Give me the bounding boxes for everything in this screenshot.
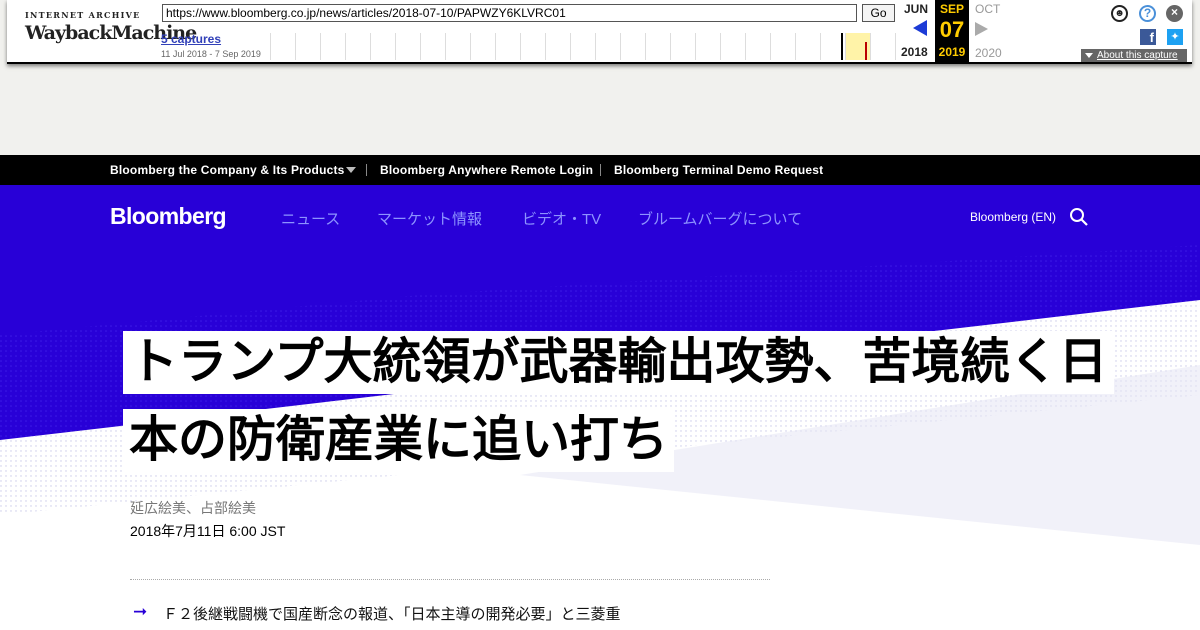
sparkline-tick [570, 33, 571, 60]
sparkline-capture-mark[interactable] [865, 42, 867, 60]
chevron-down-icon [1085, 53, 1093, 58]
edition-switch[interactable]: Bloomberg (EN) [970, 210, 1056, 224]
wayback-captures-link[interactable]: 5 captures [161, 32, 221, 46]
facebook-icon[interactable]: f [1140, 29, 1156, 45]
sparkline-tick [795, 33, 796, 60]
sparkline-tick [295, 33, 296, 60]
wayback-current-date: SEP 07 2019 [935, 0, 969, 62]
wayback-current-month: SEP [939, 2, 964, 16]
sparkline-tick [720, 33, 721, 60]
help-icon[interactable]: ? [1139, 5, 1156, 22]
article-headline-text: トランプ大統領が武器輸出攻勢、苦境続く日本の防衛産業に追い打ち [123, 331, 1114, 472]
sparkline-tick [495, 33, 496, 60]
sparkline-tick [820, 33, 821, 60]
nav-item-markets[interactable]: マーケット情報 [377, 208, 482, 229]
search-icon[interactable] [1069, 207, 1089, 227]
sparkline-current-highlight [845, 33, 871, 60]
wayback-current-day: 07 [939, 17, 965, 42]
wayback-url-input[interactable]: https://www.bloomberg.co.jp/news/article… [162, 4, 857, 22]
corp-link-remote-login[interactable]: Bloomberg Anywhere Remote Login [380, 163, 593, 177]
nav-item-video-tv[interactable]: ビデオ・TV [522, 208, 601, 229]
wayback-prev-year[interactable]: 2018 [901, 45, 928, 59]
bloomberg-logo[interactable]: Bloomberg [110, 203, 227, 230]
arrow-right-icon: ➞ [133, 602, 148, 621]
prev-capture-arrow-icon[interactable] [913, 20, 927, 36]
twitter-icon[interactable]: ✦ [1167, 29, 1183, 45]
sparkline-tick [770, 33, 771, 60]
wayback-next-year: 2020 [975, 46, 1002, 60]
sparkline-tick [345, 33, 346, 60]
about-capture-button[interactable]: About this capture [1081, 49, 1187, 62]
wayback-go-button[interactable]: Go [862, 4, 895, 22]
sparkline-tick [895, 33, 896, 60]
sparkline-tick [695, 33, 696, 60]
sparkline-capture-mark[interactable] [841, 33, 843, 60]
divider [366, 164, 367, 176]
sparkline-tick [520, 33, 521, 60]
sparkline-tick [670, 33, 671, 60]
sparkline-tick [370, 33, 371, 60]
article-date: 2018年7月11日 6:00 JST [130, 523, 286, 539]
sparkline-tick [845, 33, 846, 60]
sparkline-tick [320, 33, 321, 60]
next-capture-arrow-icon [975, 22, 988, 36]
about-capture-label: About this capture [1097, 50, 1178, 61]
wayback-logo-top: INTERNET ARCHIVE [25, 10, 141, 20]
wayback-next-month: OCT [975, 2, 1001, 16]
wayback-logo[interactable]: INTERNET ARCHIVE WaybackMachine [25, 10, 197, 50]
sparkline-tick [595, 33, 596, 60]
sparkline-tick [445, 33, 446, 60]
wayback-sparkline[interactable] [270, 33, 896, 60]
sparkline-tick [620, 33, 621, 60]
sparkline-tick [545, 33, 546, 60]
wayback-prev-month[interactable]: JUN [904, 2, 928, 16]
divider [130, 579, 770, 580]
corp-link-company[interactable]: Bloomberg the Company & Its Products [110, 163, 345, 177]
divider [600, 164, 601, 176]
article-headline: トランプ大統領が武器輸出攻勢、苦境続く日本の防衛産業に追い打ち [123, 323, 1114, 479]
wayback-capture-range: 11 Jul 2018 - 7 Sep 2019 [161, 49, 261, 59]
nav-item-news[interactable]: ニュース [281, 208, 340, 229]
close-icon[interactable]: × [1166, 5, 1183, 22]
sparkline-tick [745, 33, 746, 60]
wayback-current-year: 2019 [938, 45, 966, 59]
sparkline-tick [270, 33, 271, 60]
chevron-down-icon[interactable] [346, 167, 356, 173]
sparkline-tick [470, 33, 471, 60]
sparkline-tick [870, 33, 871, 60]
corp-link-terminal-demo[interactable]: Bloomberg Terminal Demo Request [614, 163, 823, 177]
nav-item-about[interactable]: ブルームバーグについて [638, 208, 802, 229]
article-hero: Bloomberg ニュース マーケット情報 ビデオ・TV ブルームバーグについ… [0, 185, 1200, 630]
sparkline-tick [395, 33, 396, 60]
sparkline-tick [645, 33, 646, 60]
wayback-toolbar: INTERNET ARCHIVE WaybackMachine https://… [7, 0, 1192, 64]
sparkline-tick [420, 33, 421, 60]
user-icon[interactable]: ☻ [1111, 5, 1128, 22]
related-story-link[interactable]: Ｆ２後継戦闘機で国産断念の報道、「日本主導の開発必要」と三菱重 [163, 603, 621, 624]
article-byline[interactable]: 延広絵美、占部絵美 [130, 498, 256, 518]
corporate-bar: Bloomberg the Company & Its Products Blo… [0, 155, 1200, 185]
